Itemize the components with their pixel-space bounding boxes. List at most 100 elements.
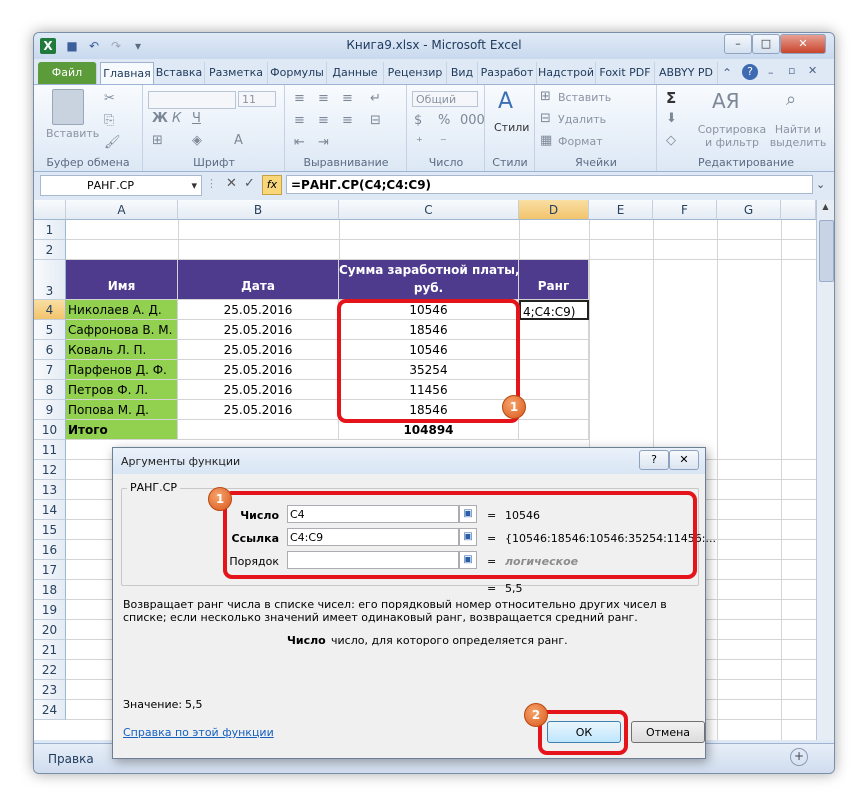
cell-name[interactable]: Петров Ф. Л. [66,380,178,400]
tab-foxit[interactable]: Foxit PDF [596,62,655,84]
row-header[interactable]: 11 [34,440,66,460]
align-right-icon[interactable]: ≡ [342,113,353,128]
cancel-entry-icon[interactable]: ✕ [226,176,237,191]
row-header[interactable]: 2 [34,240,66,260]
vertical-scrollbar[interactable]: ▲ [816,200,834,740]
close-button[interactable]: ✕ [780,34,826,54]
cell-total-rank[interactable] [519,420,589,440]
column-header-e[interactable]: E [589,200,653,220]
expand-formula-icon[interactable]: ⌄ [816,178,825,191]
row-header[interactable]: 21 [34,640,66,660]
row-header[interactable]: 9 [34,400,66,420]
minimize-button[interactable]: – [724,34,752,54]
sort-filter-icon[interactable]: AЯ [712,89,740,113]
styles-button[interactable]: Стили [494,121,529,134]
clear-icon[interactable]: ◇ [666,133,676,148]
merge-icon[interactable]: ⊟ [370,113,381,128]
font-color-icon[interactable]: A [234,133,243,148]
insert-cells-button[interactable]: Вставить [558,91,611,104]
column-header-g[interactable]: G [717,200,781,220]
styles-icon[interactable]: A [498,89,513,114]
tab-developer[interactable]: Разработ [478,62,537,84]
cell-date[interactable]: 25.05.2016 [178,380,339,400]
row-header[interactable]: 7 [34,360,66,380]
cell-name[interactable]: Парфенов Д. Ф. [66,360,178,380]
restore-button[interactable]: □ [752,34,780,54]
tab-home[interactable]: Главная [100,62,154,85]
select-all-corner[interactable] [34,200,66,220]
cell-name[interactable]: Николаев А. Д. [66,300,178,320]
tab-review[interactable]: Рецензир [384,62,447,84]
font-name-select[interactable] [148,91,236,109]
indent-icon[interactable]: ⇤ [294,135,305,150]
sort-filter-button[interactable]: Сортировка и фильтр [696,123,768,149]
cell-total-label[interactable]: Итого [66,420,178,440]
fill-color-icon[interactable]: ◈ [192,133,202,148]
confirm-entry-icon[interactable]: ✓ [244,176,255,191]
italic-button[interactable]: К [172,111,181,126]
row-header[interactable]: 24 [34,700,66,720]
tab-layout[interactable]: Разметка [205,62,268,84]
help-icon[interactable]: ? [742,64,758,80]
underline-button[interactable]: Ч [192,111,201,126]
comma-icon[interactable]: 000 [460,113,485,128]
row-header[interactable]: 23 [34,680,66,700]
bold-button[interactable]: Ж [152,111,168,126]
tab-addins[interactable]: Надстрой [537,62,596,84]
cancel-button[interactable]: Отмена [631,721,705,743]
paste-icon[interactable] [52,89,84,125]
delete-cells-icon[interactable]: ⊟ [540,111,551,126]
tab-file[interactable]: Файл [38,62,97,84]
cell-rank[interactable] [519,340,589,360]
tab-abbyy[interactable]: ABBYY PD [655,62,718,84]
wrap-text-icon[interactable]: ↵ [370,91,381,106]
row-header[interactable]: 1 [34,220,66,240]
scroll-up-icon[interactable]: ▲ [819,202,832,216]
header-name[interactable]: Имя [66,260,178,300]
cell-date[interactable]: 25.05.2016 [178,400,339,420]
format-cells-button[interactable]: Формат [558,135,603,148]
cell-name[interactable]: Коваль Л. П. [66,340,178,360]
row-header[interactable]: 3 [34,260,66,300]
increase-decimal-icon[interactable]: ⁺ [416,135,423,150]
cell-rank-active[interactable]: 4;C4:C9) [519,300,589,320]
column-header-b[interactable]: B [178,200,339,220]
cell-date[interactable]: 25.05.2016 [178,300,339,320]
row-header[interactable]: 19 [34,600,66,620]
cell-rank[interactable] [519,400,589,420]
zoom-in-icon[interactable]: + [790,748,808,766]
workbook-minimize-icon[interactable]: – [768,66,774,79]
row-header[interactable]: 18 [34,580,66,600]
fill-icon[interactable]: ⬇ [666,111,677,126]
delete-cells-button[interactable]: Удалить [558,113,606,126]
currency-icon[interactable]: $ [414,113,422,128]
row-header[interactable]: 5 [34,320,66,340]
row-header[interactable]: 13 [34,480,66,500]
align-middle-icon[interactable]: ≡ [318,91,329,106]
cut-icon[interactable]: ✂ [104,91,115,106]
column-header-f[interactable]: F [653,200,717,220]
format-cells-icon[interactable]: ▦ [540,133,552,148]
row-header[interactable]: 12 [34,460,66,480]
header-rank[interactable]: Ранг [519,260,589,300]
autosum-icon[interactable]: Σ [666,89,676,107]
cell-total-value[interactable]: 104894 [339,420,519,440]
tab-view[interactable]: Вид [447,62,478,84]
formula-input[interactable]: =РАНГ.СР(C4;C4:C9) [286,175,813,194]
header-salary[interactable]: Сумма заработной платы, руб. [339,260,519,300]
scroll-thumb[interactable] [819,220,834,282]
cell-rank[interactable] [519,380,589,400]
workbook-restore-icon[interactable]: ▫ [788,64,795,77]
row-header[interactable]: 20 [34,620,66,640]
ribbon-minimize-icon[interactable]: ⌃ [722,66,732,80]
dialog-close-button[interactable]: ✕ [669,450,699,470]
cell-name[interactable]: Попова М. Д. [66,400,178,420]
decrease-decimal-icon[interactable]: ⁻ [440,135,447,150]
tab-data[interactable]: Данные [327,62,384,84]
dialog-help-button[interactable]: ? [639,450,669,470]
outdent-icon[interactable]: ⇥ [318,135,329,150]
cell-date[interactable]: 25.05.2016 [178,340,339,360]
header-date[interactable]: Дата [178,260,339,300]
font-size-select[interactable]: 11 [238,91,276,107]
row-header[interactable]: 8 [34,380,66,400]
